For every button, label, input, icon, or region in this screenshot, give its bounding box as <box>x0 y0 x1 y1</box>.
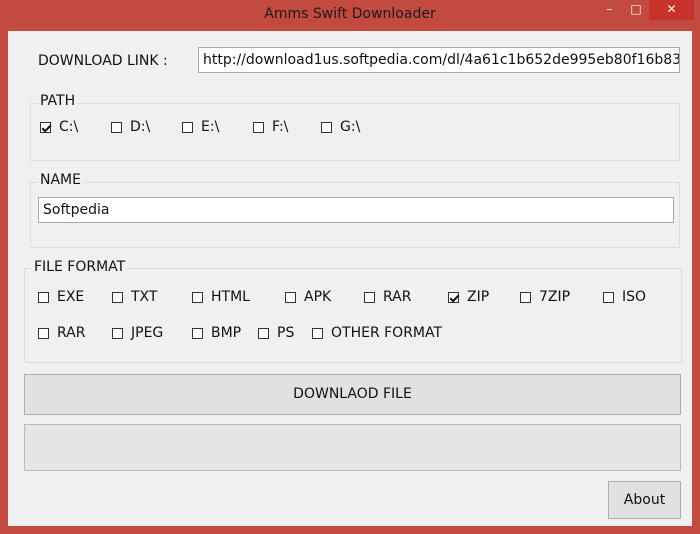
checkbox-label: E:\ <box>201 119 220 135</box>
checkbox-label: RAR <box>57 325 86 341</box>
checkbox-icon <box>258 327 269 339</box>
checkbox-label: PS <box>277 325 295 341</box>
format-checkbox-rar[interactable]: RAR <box>364 289 411 305</box>
download-link-label: DOWNLOAD LINK : <box>38 53 168 69</box>
name-group-title: NAME <box>38 172 83 188</box>
checkbox-icon <box>112 291 123 303</box>
format-checkbox-exe[interactable]: EXE <box>38 289 84 305</box>
checkbox-label: F:\ <box>272 119 289 135</box>
window-title: Amms Swift Downloader <box>264 6 436 22</box>
checkbox-icon <box>448 291 459 303</box>
checkbox-icon <box>182 121 193 133</box>
checkbox-icon <box>38 327 49 339</box>
path-checkbox-f[interactable]: F:\ <box>253 119 288 135</box>
checkbox-label: ZIP <box>467 289 490 305</box>
format-checkbox-iso[interactable]: ISO <box>603 289 646 305</box>
format-checkbox-zip[interactable]: ZIP <box>448 289 489 305</box>
checkbox-icon <box>321 121 332 133</box>
checkbox-label: HTML <box>211 289 250 305</box>
file-name-input[interactable]: Softpedia <box>38 197 674 223</box>
checkbox-label: JPEG <box>131 325 164 341</box>
download-progress-bar <box>24 424 681 471</box>
checkbox-icon <box>285 291 296 303</box>
checkbox-icon <box>111 121 122 133</box>
checkbox-label: G:\ <box>340 119 361 135</box>
format-checkbox-rar-2[interactable]: RAR <box>38 325 85 341</box>
download-link-input[interactable]: http://download1us.softpedia.com/dl/4a61… <box>198 47 680 73</box>
title-bar[interactable]: Amms Swift Downloader – □ ✕ <box>0 0 700 31</box>
file-format-group-title: FILE FORMAT <box>32 259 128 275</box>
checkbox-label: OTHER FORMAT <box>331 325 443 341</box>
checkbox-icon <box>40 121 51 133</box>
checkbox-label: D:\ <box>130 119 151 135</box>
path-checkbox-c[interactable]: C:\ <box>40 119 78 135</box>
minimize-button[interactable]: – <box>596 0 623 20</box>
format-checkbox-jpeg[interactable]: JPEG <box>112 325 163 341</box>
checkbox-label: EXE <box>57 289 85 305</box>
checkbox-label: APK <box>304 289 332 305</box>
checkbox-icon <box>192 327 203 339</box>
path-checkbox-d[interactable]: D:\ <box>111 119 150 135</box>
path-checkbox-e[interactable]: E:\ <box>182 119 219 135</box>
file-format-group <box>24 268 682 363</box>
checkbox-label: TXT <box>131 289 158 305</box>
format-checkbox-txt[interactable]: TXT <box>112 289 157 305</box>
client-area: DOWNLOAD LINK : http://download1us.softp… <box>8 31 692 526</box>
maximize-button[interactable]: □ <box>623 0 649 20</box>
checkbox-icon <box>112 327 123 339</box>
app-window: Amms Swift Downloader – □ ✕ DOWNLOAD LIN… <box>0 0 700 534</box>
format-checkbox-ps[interactable]: PS <box>258 325 294 341</box>
checkbox-icon <box>253 121 264 133</box>
path-group-title: PATH <box>38 93 78 109</box>
format-checkbox-7zip[interactable]: 7ZIP <box>520 289 570 305</box>
format-checkbox-html[interactable]: HTML <box>192 289 250 305</box>
checkbox-label: BMP <box>211 325 242 341</box>
checkbox-label: RAR <box>383 289 412 305</box>
download-file-button[interactable]: DOWNLAOD FILE <box>24 374 681 415</box>
close-button[interactable]: ✕ <box>649 0 694 20</box>
checkbox-icon <box>38 291 49 303</box>
checkbox-icon <box>603 291 614 303</box>
path-checkbox-g[interactable]: G:\ <box>321 119 360 135</box>
checkbox-label: C:\ <box>59 119 79 135</box>
checkbox-icon <box>192 291 203 303</box>
checkbox-icon <box>520 291 531 303</box>
checkbox-icon <box>312 327 323 339</box>
about-button[interactable]: About <box>608 481 681 519</box>
checkbox-icon <box>364 291 375 303</box>
checkbox-label: ISO <box>622 289 647 305</box>
format-checkbox-other[interactable]: OTHER FORMAT <box>312 325 442 341</box>
format-checkbox-bmp[interactable]: BMP <box>192 325 241 341</box>
checkbox-label: 7ZIP <box>539 289 571 305</box>
format-checkbox-apk[interactable]: APK <box>285 289 331 305</box>
